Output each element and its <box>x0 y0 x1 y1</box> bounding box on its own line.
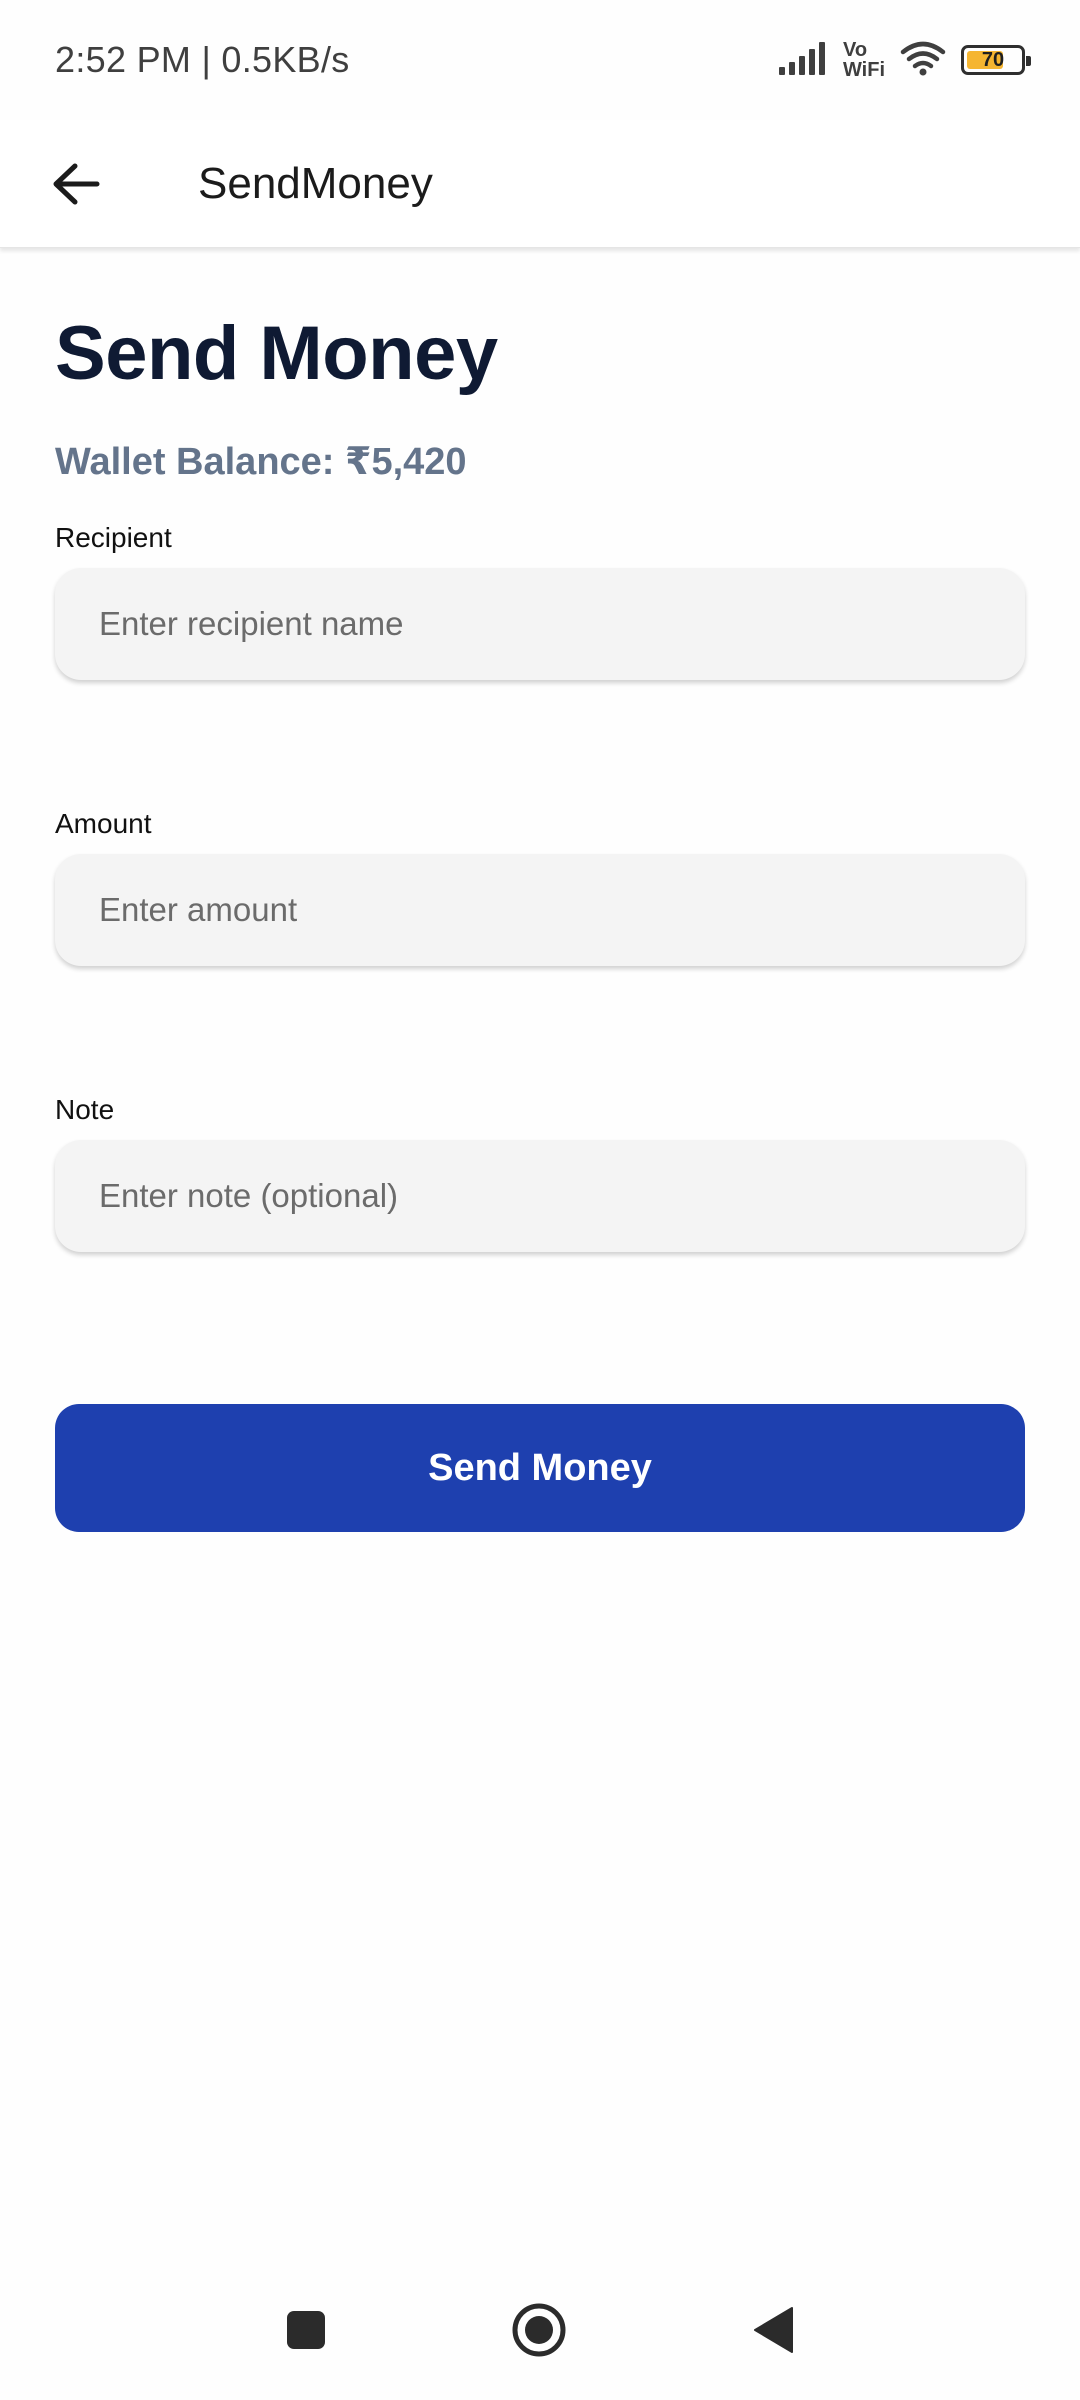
screen: 2:52 PM | 0.5KB/s Vo WiFi 70 SendMoney S… <box>0 0 1080 2400</box>
home-icon <box>512 2303 566 2357</box>
send-money-form: Send Money Wallet Balance: ₹5,420 Recipi… <box>55 248 1025 1532</box>
wallet-balance: Wallet Balance: ₹5,420 <box>55 441 467 483</box>
wifi-icon <box>899 40 947 81</box>
page-title: Send Money <box>55 311 498 396</box>
note-input[interactable] <box>99 1177 981 1215</box>
recents-icon <box>287 2311 325 2349</box>
signal-icon <box>777 41 829 80</box>
recipient-label: Recipient <box>55 522 172 553</box>
system-back-button[interactable] <box>728 2280 818 2380</box>
system-nav-bar <box>0 2280 1080 2400</box>
amount-label: Amount <box>55 808 152 839</box>
recipient-input[interactable] <box>99 605 981 643</box>
recents-button[interactable] <box>261 2280 351 2380</box>
amount-input[interactable] <box>99 891 981 929</box>
amount-field-container <box>55 854 1025 966</box>
home-button[interactable] <box>494 2280 584 2380</box>
arrow-left-icon <box>53 163 100 204</box>
send-money-button[interactable]: Send Money <box>55 1404 1025 1532</box>
vowifi-icon: Vo WiFi <box>843 40 885 80</box>
battery-level-text: 70 <box>981 48 1005 71</box>
note-field-container <box>55 1140 1025 1252</box>
status-icons: Vo WiFi 70 <box>777 40 1031 81</box>
recipient-field-container <box>55 568 1025 680</box>
back-button[interactable] <box>36 144 116 224</box>
back-icon <box>754 2307 793 2353</box>
vowifi-bottom-text: WiFi <box>842 59 885 81</box>
app-bar-title: SendMoney <box>198 158 433 208</box>
note-label: Note <box>55 1094 115 1125</box>
app-bar: SendMoney <box>0 120 1080 248</box>
battery-icon: 70 <box>961 45 1031 75</box>
battery-tip <box>1026 56 1031 66</box>
status-bar: 2:52 PM | 0.5KB/s Vo WiFi 70 <box>0 0 1080 120</box>
status-time-speed: 2:52 PM | 0.5KB/s <box>55 39 350 80</box>
vowifi-top-text: Vo <box>842 39 868 61</box>
